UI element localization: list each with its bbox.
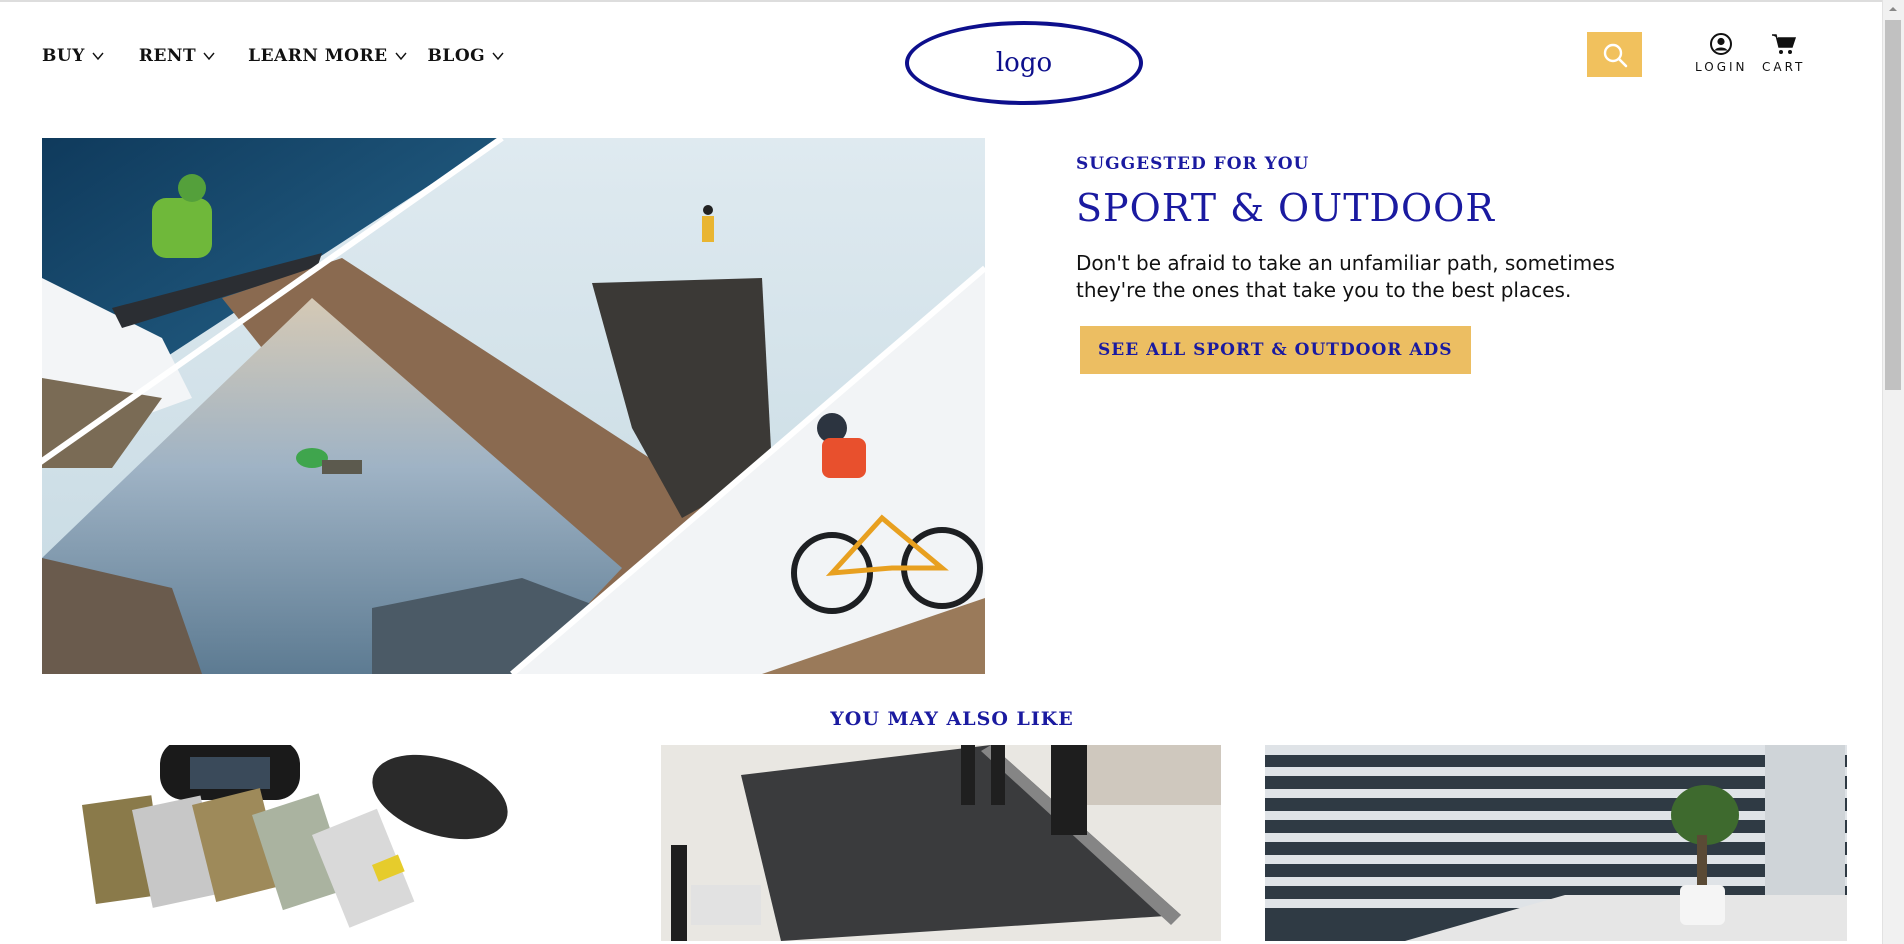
chevron-down-icon: [492, 52, 504, 61]
hero-description: Don't be afraid to take an unfamiliar pa…: [1076, 251, 1615, 302]
logo-text: logo: [995, 48, 1053, 78]
page: BUY RENT LEARN MORE BLOG logo LOGIN CART…: [0, 0, 1882, 944]
login-label: LOGIN: [1695, 60, 1748, 74]
cart-icon: [1771, 34, 1796, 54]
cart-label: CART: [1762, 60, 1806, 74]
product-card-blinds[interactable]: [1265, 745, 1847, 941]
see-all-sport-outdoor-ads-button[interactable]: SEE ALL SPORT & OUTDOOR ADS: [1080, 326, 1471, 374]
site-logo[interactable]: logo: [905, 21, 1143, 105]
nav-item-buy[interactable]: BUY: [42, 46, 105, 66]
product-image: [42, 745, 590, 941]
product-image: [1265, 745, 1847, 941]
hero-image-sport-outdoor[interactable]: [42, 138, 985, 674]
search-icon: [1603, 43, 1627, 67]
user-icon: [1710, 33, 1733, 55]
nav-item-label: RENT: [138, 46, 197, 66]
cart-button[interactable]: CART: [1762, 32, 1805, 74]
chevron-up-icon: [1889, 7, 1897, 11]
nav-item-rent[interactable]: RENT: [139, 46, 216, 66]
search-button[interactable]: [1587, 32, 1642, 77]
chevron-down-icon: [203, 52, 215, 61]
main-nav: BUY RENT LEARN MORE BLOG: [42, 46, 505, 66]
vertical-scrollbar[interactable]: [1882, 0, 1904, 944]
scrollbar-thumb[interactable]: [1885, 20, 1901, 390]
hero-eyebrow: SUGGESTED FOR YOU: [1076, 154, 1310, 174]
section-title-you-may-also-like: YOU MAY ALSO LIKE: [830, 708, 1074, 730]
hero-copy: SUGGESTED FOR YOU SPORT & OUTDOOR Don't …: [1076, 154, 1636, 374]
login-button[interactable]: LOGIN: [1695, 32, 1748, 74]
chevron-down-icon: [394, 52, 407, 61]
product-image: [661, 745, 1221, 941]
nav-item-label: BUY: [42, 46, 85, 66]
chevron-down-icon: [92, 52, 104, 61]
scroll-up-arrow[interactable]: [1882, 0, 1904, 18]
product-card-psp[interactable]: [42, 745, 590, 941]
nav-item-label: LEARN MORE: [248, 46, 388, 66]
nav-item-learn-more[interactable]: LEARN MORE: [248, 46, 407, 66]
hero-collage: [42, 138, 985, 674]
hero-title: SPORT & OUTDOOR: [1076, 186, 1495, 230]
product-card-dining-table[interactable]: [661, 745, 1221, 941]
nav-item-blog[interactable]: BLOG: [428, 46, 506, 66]
nav-item-label: BLOG: [427, 46, 486, 66]
